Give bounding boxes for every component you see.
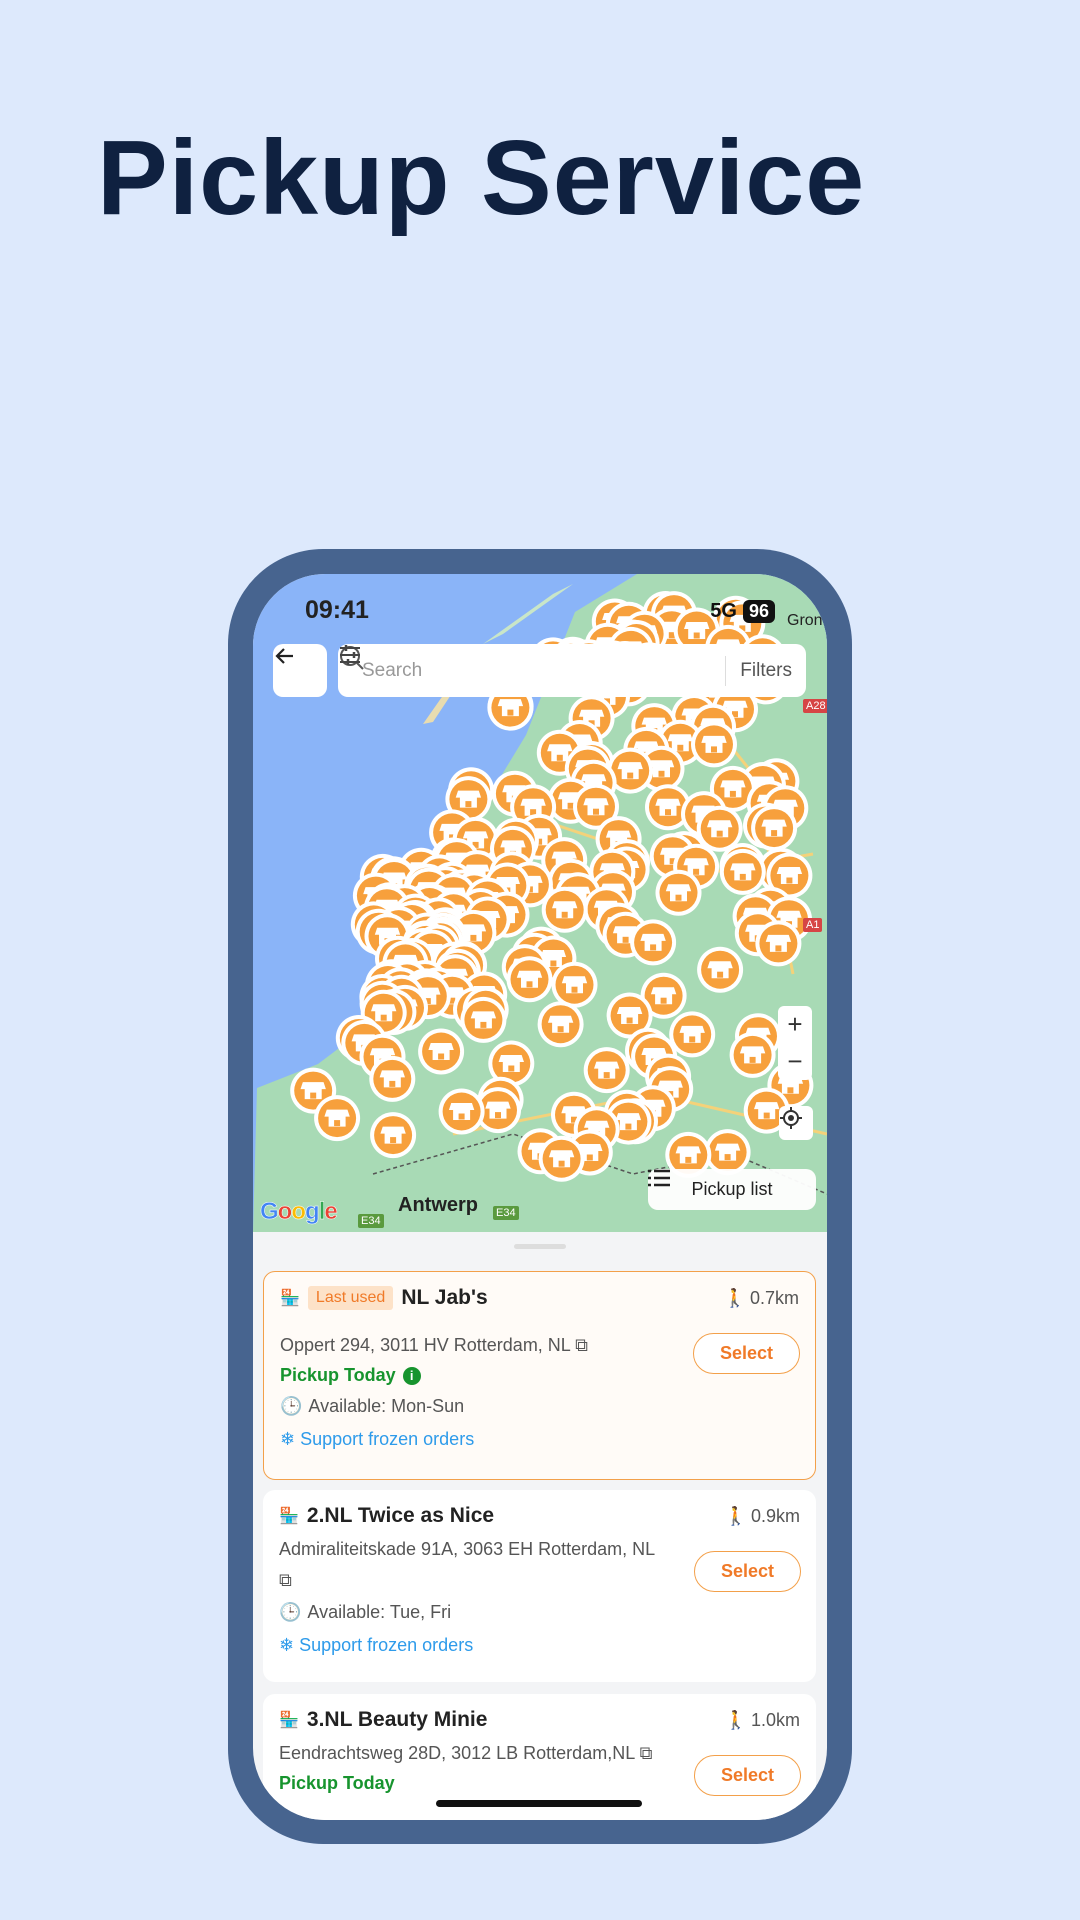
pickup-pin[interactable] <box>314 1095 361 1142</box>
map-road-label: E34 <box>493 1206 519 1220</box>
pickup-list-label: Pickup list <box>691 1179 773 1199</box>
location-card[interactable]: 🏪 2.NL Twice as Nice 🚶 0.9km Admiraliteit… <box>263 1490 816 1682</box>
select-button[interactable]: Select <box>693 1333 800 1374</box>
home-indicator <box>436 1800 642 1807</box>
pickup-pin[interactable] <box>370 1112 417 1159</box>
pickup-pin[interactable] <box>583 1047 630 1094</box>
select-button[interactable]: Select <box>694 1551 801 1592</box>
walking-icon: 🚶 <box>723 1287 746 1308</box>
pickup-pin[interactable] <box>538 1135 585 1182</box>
status-indicators: 5G 96 <box>710 600 775 623</box>
my-location-button[interactable] <box>779 1106 813 1140</box>
page-title: Pickup Service <box>97 119 866 237</box>
frozen-support: Support frozen orders <box>299 1635 474 1655</box>
sheet-drag-handle[interactable] <box>514 1244 566 1249</box>
clock-icon: 🕒 <box>280 1396 303 1416</box>
location-name: 3.NL Beauty Minie <box>306 1708 488 1731</box>
info-icon[interactable]: i <box>402 1366 421 1385</box>
crosshair-icon <box>780 1107 802 1129</box>
location-card[interactable]: 🏪 Last used NL Jab's 🚶 0.7km Oppert 294, … <box>263 1271 816 1480</box>
store-icon: 🏪 <box>279 1508 299 1525</box>
pickup-pin[interactable] <box>460 996 507 1043</box>
pickup-pin[interactable] <box>438 1088 485 1135</box>
map-label-city: Antwerp <box>398 1194 478 1216</box>
phone-screen: 09:41 5G 96 Groni A28 A1 Search Filters … <box>253 574 827 1820</box>
search-bar[interactable]: Search Filters <box>338 644 806 697</box>
sliders-icon <box>340 645 360 665</box>
copy-icon[interactable]: ⧉ <box>279 1570 292 1590</box>
map-road-label: E34 <box>358 1214 384 1228</box>
list-icon <box>648 1169 670 1187</box>
filters-label: Filters <box>740 659 792 681</box>
pickup-pin[interactable] <box>630 919 677 966</box>
clock-icon: 🕒 <box>279 1602 302 1622</box>
map[interactable]: 09:41 5G 96 Groni A28 A1 Search Filters … <box>253 574 827 1232</box>
frozen-support: Support frozen orders <box>300 1429 475 1449</box>
address: Oppert 294, 3011 HV Rotterdam, NL ⧉ <box>280 1335 589 1355</box>
distance: 1.0km <box>750 1709 800 1730</box>
select-button[interactable]: Select <box>694 1755 801 1796</box>
pickup-pin[interactable] <box>729 1031 776 1078</box>
copy-icon[interactable]: ⧉ <box>640 1743 653 1763</box>
snowflake-icon: ❄ <box>280 1429 296 1449</box>
address: Eendrachtsweg 28D, 3012 LB Rotterdam,NL … <box>279 1743 653 1763</box>
last-used-badge: Last used <box>307 1286 394 1310</box>
map-road-label: A28 <box>803 699 827 713</box>
pickup-pin[interactable] <box>655 869 702 916</box>
arrow-left-icon <box>275 648 293 664</box>
back-button[interactable] <box>273 644 327 697</box>
walking-icon: 🚶 <box>724 1505 747 1526</box>
store-icon: 🏪 <box>279 1712 299 1729</box>
address: Admiraliteitskade 91A, 3063 EH Rotterdam… <box>279 1539 655 1590</box>
distance: 0.7km <box>749 1287 799 1308</box>
status-time: 09:41 <box>305 596 369 624</box>
availability: Available: Mon-Sun <box>308 1396 465 1416</box>
pickup-list-button[interactable]: Pickup list <box>648 1169 816 1210</box>
location-name: NL Jab's <box>401 1286 488 1309</box>
map-road-label: A1 <box>803 918 823 932</box>
pickup-pin[interactable] <box>418 1028 465 1075</box>
divider <box>725 655 727 686</box>
walking-icon: 🚶 <box>724 1709 747 1730</box>
battery-level: 96 <box>742 600 775 623</box>
pickup-pin[interactable] <box>697 946 744 993</box>
distance: 0.9km <box>750 1505 800 1526</box>
location-name: 2.NL Twice as Nice <box>306 1504 495 1527</box>
pickup-pin[interactable] <box>755 920 802 967</box>
pickup-pin[interactable] <box>719 848 766 895</box>
zoom-out-button[interactable]: − <box>787 1046 802 1077</box>
filters-button[interactable]: Filters <box>340 645 792 682</box>
pickup-pin[interactable] <box>691 721 737 768</box>
search-input[interactable]: Search <box>362 660 725 682</box>
zoom-controls: + − <box>778 1006 812 1080</box>
pickup-pin[interactable] <box>541 886 588 933</box>
pickup-pin[interactable] <box>369 1055 416 1102</box>
snowflake-icon: ❄ <box>279 1635 295 1655</box>
pickup-pin[interactable] <box>751 805 798 852</box>
network-label: 5G <box>710 600 737 622</box>
store-icon: 🏪 <box>280 1290 300 1307</box>
pickup-pin[interactable] <box>506 956 553 1003</box>
google-logo: Google <box>260 1198 338 1226</box>
pickup-pin[interactable] <box>537 1001 584 1048</box>
copy-icon[interactable]: ⧉ <box>575 1335 588 1355</box>
availability: Available: Tue, Fri <box>307 1602 452 1622</box>
zoom-in-button[interactable]: + <box>787 1009 802 1040</box>
map-label-city: Groni <box>787 612 827 629</box>
phone-frame: 09:41 5G 96 Groni A28 A1 Search Filters … <box>228 549 852 1844</box>
pickup-pin[interactable] <box>551 961 598 1008</box>
